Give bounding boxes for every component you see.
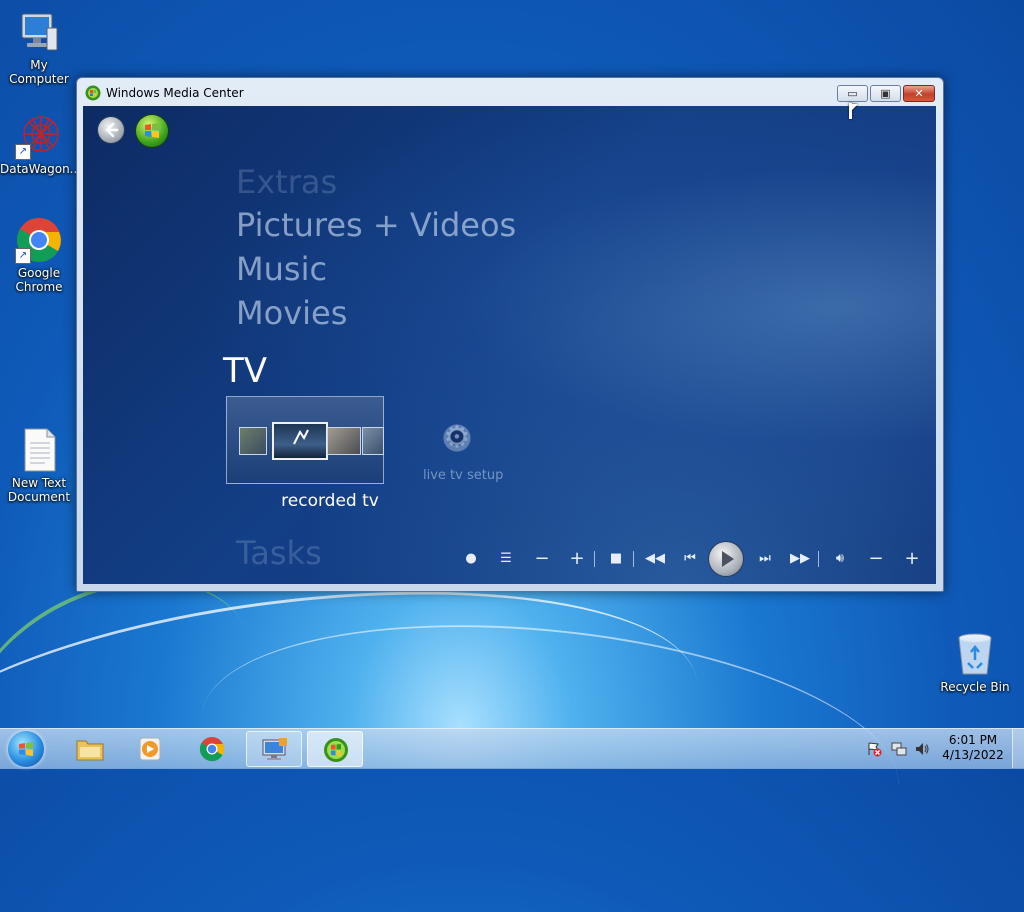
channel-down-button[interactable]: − [531,544,553,574]
record-button[interactable]: ● [460,544,482,574]
back-button[interactable] [98,117,124,143]
transport-controls: ● ☰ − + ■ ◀◀ ⏮ ⏭ ▶▶ 🔊︎ − + [460,542,923,576]
back-arrow-icon [105,122,119,138]
minus-icon: − [534,548,550,569]
remote-desktop-icon [262,738,287,760]
recorded-tv-thumbnail [362,427,384,455]
windows-flag-icon [19,742,33,756]
desktop-icon-label: Google Chrome [15,266,63,294]
desktop-icon-label: Recycle Bin [940,680,1010,694]
menu-item-pictures-videos[interactable]: Pictures + Videos [236,206,516,244]
record-icon: ● [465,551,477,566]
show-desktop-button[interactable] [1012,728,1024,768]
window-titlebar[interactable]: Windows Media Center ▭ ▣ ✕ [77,78,943,106]
stop-icon: ■ [609,551,623,566]
plus-icon: + [904,548,920,569]
desktop-icon-label: My Computer [9,58,69,86]
windows-flag-icon [145,123,159,138]
restore-icon: ▣ [880,87,891,100]
taskbar-remote-desktop[interactable] [246,731,302,767]
volume-up-button[interactable]: + [901,544,923,574]
taskbar-media-player[interactable] [122,731,178,767]
text-document-icon [15,426,63,474]
desktop-icon-recycle-bin[interactable]: Recycle Bin [936,630,1014,694]
rewind-button[interactable]: ◀◀ [644,544,666,574]
live-tv-setup-label[interactable]: live tv setup [423,468,503,483]
chrome-icon: ↗ [15,216,63,264]
folder-icon [76,740,104,761]
speaker-icon: 🔊︎ [835,551,845,566]
minimize-button[interactable]: ▭ [837,85,868,102]
list-icon: ☰ [500,551,512,566]
action-center-icon[interactable] [866,741,882,757]
taskbar [0,728,1024,769]
menu-item-tv[interactable]: TV [223,351,267,391]
recorded-tv-thumbnail [239,427,267,455]
divider [594,551,595,567]
recycle-bin-icon [951,630,999,678]
desktop-icon-label: New Text Document [7,476,71,504]
plus-icon: + [569,548,585,569]
menu-item-movies[interactable]: Movies [236,294,347,332]
taskbar-file-explorer[interactable] [62,731,118,767]
desktop-icon-datawagon[interactable]: ↗ DataWagon... [0,112,82,176]
minimize-icon: ▭ [847,87,858,100]
media-center-start-button[interactable] [136,115,168,147]
minus-icon: − [868,548,884,569]
play-button[interactable] [709,542,743,576]
window-title: Windows Media Center [106,86,244,100]
media-center-content: Extras Pictures + Videos Music Movies TV… [83,106,936,584]
menu-item-tasks[interactable]: Tasks [236,534,322,572]
previous-button[interactable]: ⏮ [679,544,701,574]
network-icon[interactable] [891,741,907,757]
media-center-window[interactable]: Windows Media Center ▭ ▣ ✕ Extras Pictur… [76,77,944,592]
shortcut-arrow-icon: ↗ [15,144,31,160]
datawagon-icon: ↗ [15,112,63,160]
taskbar-media-center[interactable] [307,731,363,767]
computer-icon [15,8,63,56]
menu-item-music[interactable]: Music [236,250,327,288]
desktop-icon-my-computer[interactable]: My Computer [0,8,78,86]
recorded-tv-thumbnail [272,422,328,460]
taskbar-chrome[interactable] [184,731,240,767]
close-icon: ✕ [914,87,924,100]
rewind-icon: ◀◀ [645,551,665,566]
close-button[interactable]: ✕ [903,85,935,102]
fast-forward-icon: ▶▶ [790,551,810,566]
clock-date: 4/13/2022 [942,748,1004,762]
recorded-tv-tile[interactable] [226,396,384,484]
volume-icon[interactable] [914,741,930,757]
skip-forward-icon: ⏭ [759,551,771,566]
volume-down-button[interactable]: − [865,544,887,574]
channel-up-button[interactable]: + [566,544,588,574]
clock-time: 6:01 PM [948,733,998,747]
recorded-tv-label[interactable]: recorded tv [226,491,434,511]
desktop-icon-new-text-document[interactable]: New Text Document [0,426,78,504]
mute-button[interactable]: 🔊︎ [829,544,851,574]
guide-button[interactable]: ☰ [495,544,517,574]
recorded-tv-thumbnail [327,427,361,455]
start-button[interactable] [8,731,44,767]
fast-forward-button[interactable]: ▶▶ [789,544,811,574]
media-center-icon [324,738,348,762]
mouse-cursor [849,103,858,119]
maximize-button[interactable]: ▣ [870,85,901,102]
next-button[interactable]: ⏭ [754,544,776,574]
shortcut-arrow-icon: ↗ [15,248,31,264]
chrome-icon [199,737,225,762]
play-icon [722,551,734,567]
stop-button[interactable]: ■ [605,544,627,574]
divider [633,551,634,567]
system-clock[interactable]: 6:01 PM 4/13/2022 [940,733,1006,763]
media-player-icon [139,737,161,761]
desktop-icon-google-chrome[interactable]: ↗ Google Chrome [0,216,78,294]
menu-item-extras[interactable]: Extras [236,163,337,201]
divider [818,551,819,567]
gear-icon[interactable]: ⚙ [440,421,474,455]
skip-back-icon: ⏮ [684,551,696,566]
desktop-icon-label: DataWagon... [0,162,82,176]
media-center-icon [85,85,101,101]
